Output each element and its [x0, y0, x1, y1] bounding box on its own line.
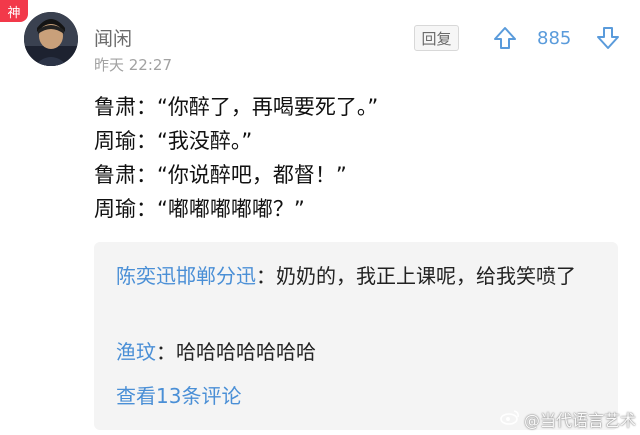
watermark-text: @当代语言艺术	[523, 411, 636, 430]
weibo-logo-icon	[500, 409, 520, 429]
comment-line: 鲁肃：“你醉了，再喝要死了。”	[94, 95, 379, 119]
thumb-up-arrow-icon[interactable]	[492, 25, 518, 55]
comment-timestamp: 昨天 22:27	[94, 56, 172, 74]
avatar[interactable]	[24, 12, 78, 66]
comment-line: 周瑜：“嘟嘟嘟嘟嘟？”	[94, 197, 305, 221]
reply-button[interactable]: 回复	[414, 25, 459, 51]
avatar-image	[24, 12, 78, 66]
reply-separator: ：	[256, 264, 276, 288]
god-comment-badge: 神	[0, 0, 28, 22]
reply-text: 哈哈哈哈哈哈哈	[176, 340, 316, 364]
reply-text: 奶奶的，我正上课呢，给我笑喷了	[276, 264, 576, 288]
comment-line: 鲁肃：“你说醉吧，都督！”	[94, 163, 347, 187]
reply-username[interactable]: 陈奕迅邯郸分迅	[116, 264, 256, 288]
reply-separator: ：	[156, 340, 176, 364]
view-more-replies-link[interactable]: 查看13条评论	[116, 380, 241, 409]
reply-item: 陈奕迅邯郸分迅：奶奶的，我正上课呢，给我笑喷了	[116, 260, 600, 292]
comment-line: 周瑜：“我没醉。”	[94, 129, 253, 153]
thumb-down-arrow-icon[interactable]	[595, 25, 621, 55]
comment-username[interactable]: 闻闲	[94, 24, 132, 51]
watermark: @当代语言艺术	[500, 407, 636, 431]
replies-panel: 陈奕迅邯郸分迅：奶奶的，我正上课呢，给我笑喷了 渔玟：哈哈哈哈哈哈哈 查看13条…	[94, 242, 618, 430]
reply-item: 渔玟：哈哈哈哈哈哈哈	[116, 336, 600, 368]
like-count: 885	[537, 28, 572, 49]
comment-body: 鲁肃：“你醉了，再喝要死了。” 周瑜：“我没醉。” 鲁肃：“你说醉吧，都督！” …	[94, 90, 620, 226]
reply-username[interactable]: 渔玟	[116, 340, 156, 364]
